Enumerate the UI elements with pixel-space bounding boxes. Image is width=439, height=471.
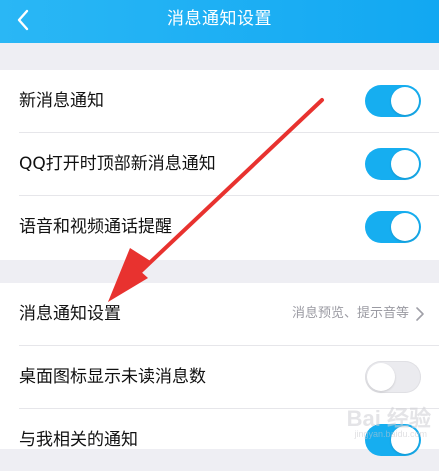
row-label: 新消息通知: [19, 70, 104, 132]
new-message-notification-toggle[interactable]: [365, 85, 421, 117]
unread-badge-row: 桌面图标显示未读消息数: [0, 346, 439, 408]
row-label: 消息通知设置: [19, 283, 121, 345]
related-notification-toggle[interactable]: [365, 424, 421, 456]
call-reminder-row: 语音和视频通话提醒: [0, 196, 439, 258]
unread-badge-toggle[interactable]: [365, 361, 421, 393]
settings-group-primary: 新消息通知 QQ打开时顶部新消息通知 语音和视频通话提醒: [0, 70, 439, 260]
toggle-knob: [391, 150, 419, 178]
toggle-knob: [367, 363, 395, 391]
top-banner-notification-toggle[interactable]: [365, 148, 421, 180]
nav-header: 消息通知设置: [0, 0, 439, 43]
call-reminder-toggle[interactable]: [365, 211, 421, 243]
message-notification-settings-row[interactable]: 消息通知设置 消息预览、提示音等: [0, 283, 439, 345]
related-notification-row: 与我相关的通知: [0, 409, 439, 471]
row-label: 桌面图标显示未读消息数: [19, 346, 206, 408]
page-title: 消息通知设置: [0, 0, 439, 43]
toggle-knob: [391, 213, 419, 241]
row-label: 与我相关的通知: [19, 409, 138, 471]
row-label: 语音和视频通话提醒: [19, 196, 172, 258]
row-label: QQ打开时顶部新消息通知: [19, 133, 216, 195]
row-detail: 消息预览、提示音等: [292, 283, 409, 345]
new-message-notification-row: 新消息通知: [0, 70, 439, 132]
toggle-knob: [391, 426, 419, 454]
toggle-knob: [391, 87, 419, 115]
chevron-right-icon: [415, 306, 425, 322]
top-banner-notification-row: QQ打开时顶部新消息通知: [0, 133, 439, 195]
settings-group-secondary: 消息通知设置 消息预览、提示音等 桌面图标显示未读消息数 与我相关的通知: [0, 283, 439, 449]
